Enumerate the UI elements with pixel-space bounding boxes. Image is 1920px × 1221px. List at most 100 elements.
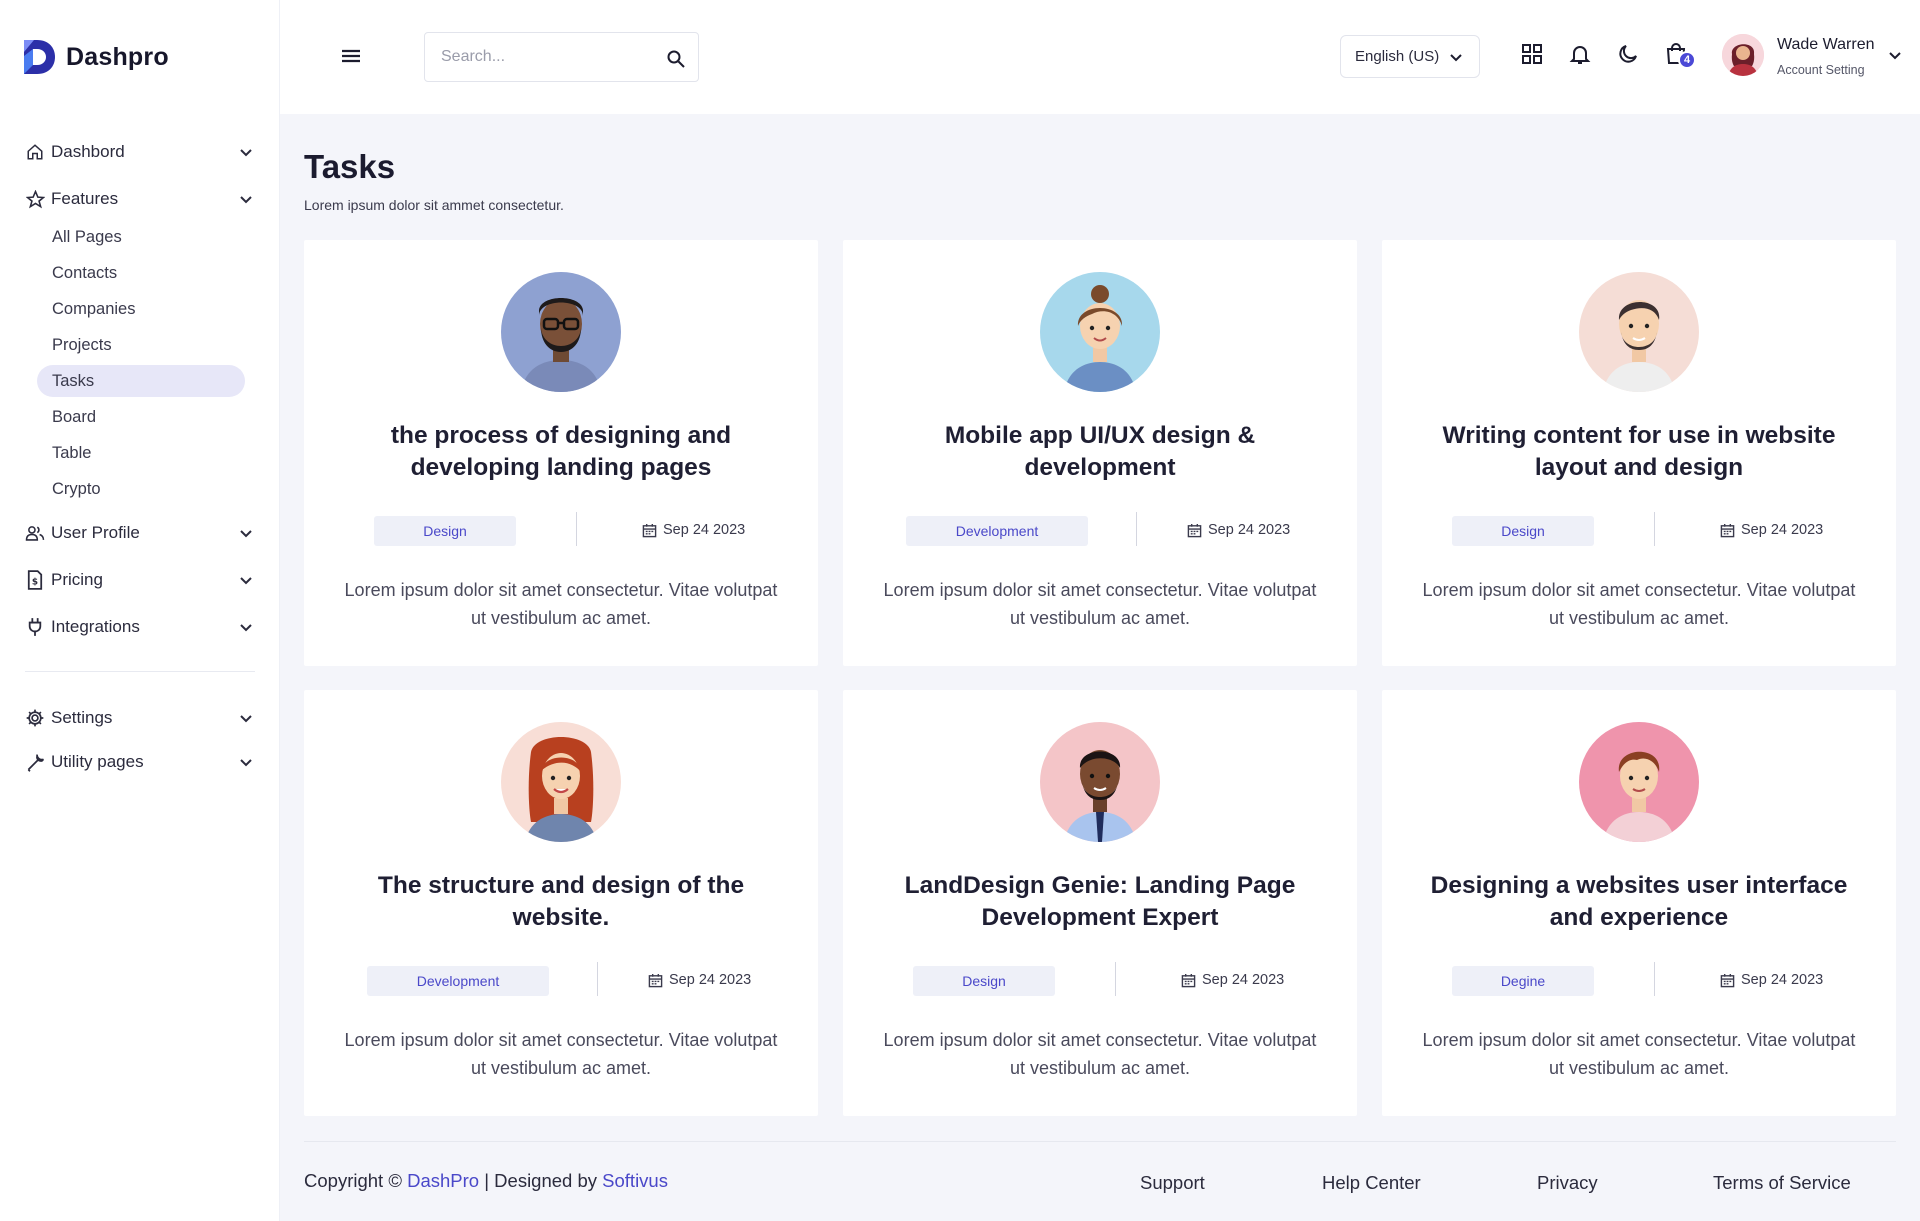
users-icon	[25, 523, 45, 543]
footer-link-support[interactable]: Support	[1140, 1172, 1205, 1194]
task-tag[interactable]: Design	[913, 966, 1055, 996]
page-title: Tasks	[304, 148, 396, 185]
search-input[interactable]	[425, 33, 645, 81]
task-description: Lorem ipsum dolor sit amet consectetur. …	[1422, 1030, 1856, 1078]
task-title: Mobile app UI/UX design & development	[944, 422, 1256, 481]
features-submenu: All Pages Contacts Companies Projects Ta…	[0, 219, 280, 507]
footer-link-terms[interactable]: Terms of Service	[1713, 1172, 1851, 1194]
calendar-icon	[1720, 523, 1735, 537]
task-card[interactable]: Writing content for use in website layou…	[1382, 240, 1896, 666]
task-description: Lorem ipsum dolor sit amet consectetur. …	[1422, 580, 1856, 628]
task-description: Lorem ipsum dolor sit amet consectetur. …	[344, 580, 778, 628]
chevron-down-icon	[240, 715, 252, 723]
chevron-down-icon	[240, 149, 252, 157]
task-date: Sep 24 2023	[1720, 972, 1823, 988]
chevron-down-icon	[1450, 54, 1462, 62]
task-date: Sep 24 2023	[642, 522, 745, 538]
task-title: Writing content for use in website layou…	[1442, 422, 1836, 481]
search-icon[interactable]	[666, 49, 686, 69]
chevron-down-icon	[240, 530, 252, 538]
user-avatar	[1722, 34, 1764, 76]
plug-icon	[25, 617, 45, 637]
home-icon	[25, 142, 45, 162]
task-avatar	[1579, 722, 1699, 842]
task-card[interactable]: LandDesign Genie: Landing Page Developme…	[843, 690, 1357, 1116]
sidebar-item-features[interactable]: Features	[0, 179, 280, 219]
dashpro-logo-icon	[24, 40, 55, 74]
divider	[576, 512, 577, 546]
sidebar-subitem-contacts[interactable]: Contacts	[0, 255, 280, 291]
apps-grid-icon[interactable]	[1520, 42, 1544, 66]
task-description: Lorem ipsum dolor sit amet consectetur. …	[883, 580, 1317, 628]
chevron-down-icon	[240, 624, 252, 632]
task-tag[interactable]: Design	[374, 516, 516, 546]
task-tag[interactable]: Development	[367, 966, 549, 996]
calendar-icon	[1720, 973, 1735, 987]
bell-icon[interactable]	[1568, 42, 1592, 66]
task-tag[interactable]: Design	[1452, 516, 1594, 546]
sidebar-subitem-crypto[interactable]: Crypto	[0, 471, 280, 507]
divider	[1115, 962, 1116, 996]
sidebar-item-dashboard[interactable]: Dashbord	[0, 132, 280, 172]
task-tag[interactable]: Development	[906, 516, 1088, 546]
task-date: Sep 24 2023	[1720, 522, 1823, 538]
task-tag[interactable]: Degine	[1452, 966, 1594, 996]
language-select[interactable]: English (US)	[1340, 35, 1480, 78]
moon-icon[interactable]	[1616, 42, 1640, 66]
gear-icon	[25, 708, 45, 728]
task-description: Lorem ipsum dolor sit amet consectetur. …	[344, 1030, 778, 1078]
sidebar-item-utility-pages[interactable]: Utility pages	[0, 742, 280, 782]
sidebar-subitem-all-pages[interactable]: All Pages	[0, 219, 280, 255]
sidebar-item-label: Utility pages	[51, 752, 144, 771]
task-card[interactable]: Mobile app UI/UX design & development De…	[843, 240, 1357, 666]
task-card[interactable]: the process of designing and developing …	[304, 240, 818, 666]
task-avatar	[1579, 272, 1699, 392]
calendar-icon	[1187, 523, 1202, 537]
hamburger-menu-icon[interactable]	[340, 46, 362, 66]
sidebar-item-integrations[interactable]: Integrations	[0, 607, 280, 647]
sidebar-divider	[25, 671, 255, 672]
star-icon	[25, 189, 45, 209]
sidebar-item-label: Integrations	[51, 617, 140, 636]
task-title: Designing a websites user interface and …	[1430, 872, 1848, 931]
task-description: Lorem ipsum dolor sit amet consectetur. …	[883, 1030, 1317, 1078]
invoice-icon: $	[25, 570, 45, 590]
user-menu[interactable]: Wade Warren Account Setting	[1722, 34, 1912, 82]
task-avatar	[1040, 272, 1160, 392]
footer-link-help-center[interactable]: Help Center	[1322, 1172, 1421, 1194]
brand[interactable]: Dashpro	[22, 38, 169, 76]
task-title: LandDesign Genie: Landing Page Developme…	[904, 872, 1296, 931]
user-name: Wade Warren	[1777, 36, 1875, 53]
sidebar-item-label: Pricing	[51, 570, 103, 589]
sidebar-item-label: User Profile	[51, 523, 140, 542]
sidebar-subitem-companies[interactable]: Companies	[0, 291, 280, 327]
task-card[interactable]: The structure and design of the website.…	[304, 690, 818, 1116]
divider	[1654, 962, 1655, 996]
calendar-icon	[648, 973, 663, 987]
chevron-down-icon	[1889, 52, 1901, 60]
sidebar-subitem-projects[interactable]: Projects	[0, 327, 280, 363]
task-card[interactable]: Designing a websites user interface and …	[1382, 690, 1896, 1116]
copyright: Copyright © DashPro | Designed by Softiv…	[304, 1170, 668, 1191]
task-date: Sep 24 2023	[1187, 522, 1290, 538]
calendar-icon	[642, 523, 657, 537]
sidebar-nav: Dashbord Features All Pages Contacts Com…	[0, 132, 280, 782]
sidebar-item-pricing[interactable]: $ Pricing	[0, 560, 280, 600]
sidebar-item-user-profile[interactable]: User Profile	[0, 513, 280, 553]
divider	[597, 962, 598, 996]
softivus-link[interactable]: Softivus	[602, 1170, 668, 1191]
sidebar-item-settings[interactable]: Settings	[0, 698, 280, 738]
footer-divider	[304, 1141, 1896, 1142]
page-subtitle: Lorem ipsum dolor sit ammet consectetur.	[304, 197, 564, 213]
task-avatar	[1040, 722, 1160, 842]
sidebar-subitem-table[interactable]: Table	[0, 435, 280, 471]
top-header: English (US) 4 Wade Warren Account Setti…	[280, 0, 1920, 114]
dashpro-link[interactable]: DashPro	[407, 1170, 479, 1191]
sidebar-subitem-board[interactable]: Board	[0, 399, 280, 435]
cart-count-badge: 4	[1678, 51, 1696, 69]
sidebar-subitem-tasks[interactable]: Tasks	[0, 363, 280, 399]
divider	[1136, 512, 1137, 546]
footer-link-privacy[interactable]: Privacy	[1537, 1172, 1598, 1194]
chevron-down-icon	[240, 577, 252, 585]
search-box	[424, 32, 699, 82]
